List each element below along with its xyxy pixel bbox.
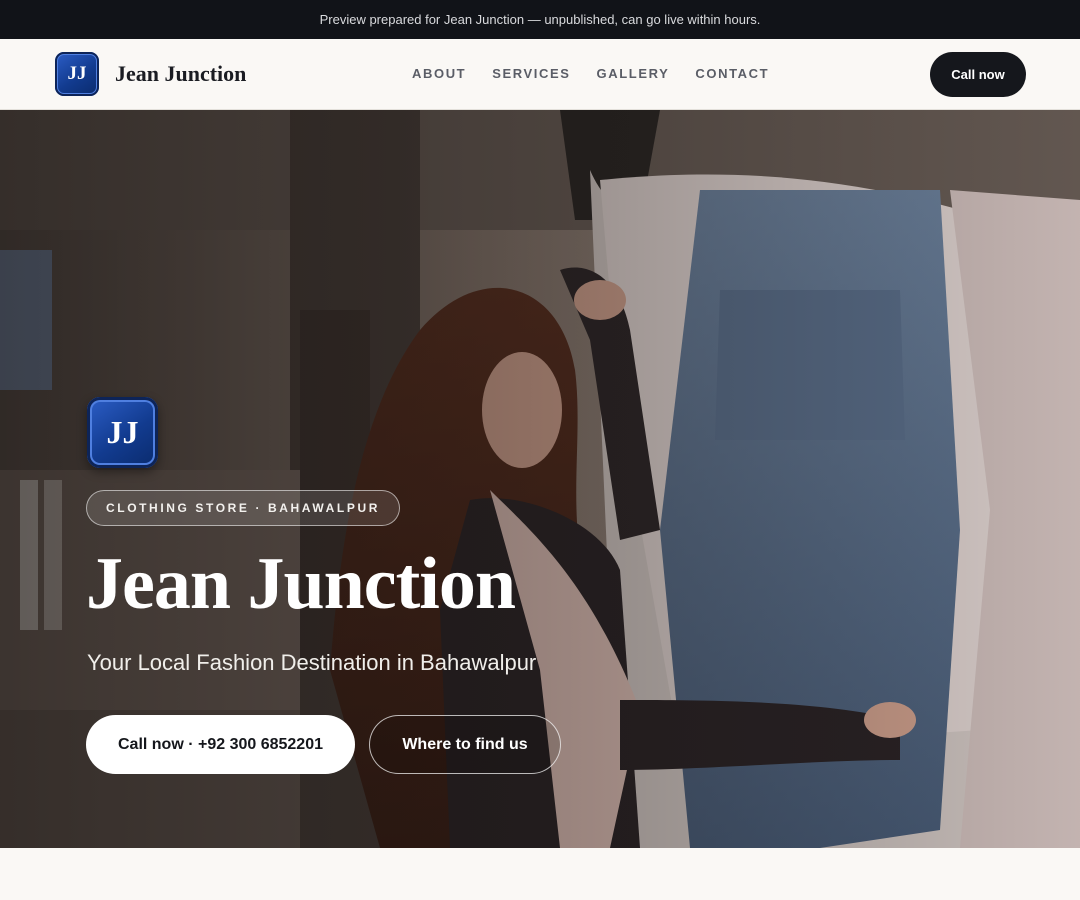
- hero-logo-initials: JJ: [106, 414, 139, 450]
- find-us-button[interactable]: Where to find us: [369, 715, 561, 774]
- hero-title: Jean Junction: [86, 543, 516, 625]
- logo-initials: JJ: [67, 63, 87, 84]
- nav-gallery[interactable]: GALLERY: [597, 66, 670, 81]
- nav-contact[interactable]: CONTACT: [695, 66, 769, 81]
- header-call-button[interactable]: Call now: [930, 52, 1026, 97]
- hero-logo-icon: JJ: [87, 397, 158, 468]
- hero-section: JJ CLOTHING STORE · BAHAWALPUR Jean Junc…: [0, 110, 1080, 848]
- main-nav: ABOUT SERVICES GALLERY CONTACT: [412, 66, 769, 81]
- preview-banner: Preview prepared for Jean Junction — unp…: [0, 0, 1080, 39]
- preview-banner-text: Preview prepared for Jean Junction — unp…: [319, 12, 761, 27]
- brand-name[interactable]: Jean Junction: [115, 61, 246, 87]
- call-now-button[interactable]: Call now · +92 300 6852201: [86, 715, 355, 774]
- site-header: JJ Jean Junction ABOUT SERVICES GALLERY …: [0, 39, 1080, 110]
- nav-services[interactable]: SERVICES: [492, 66, 570, 81]
- hero-subtitle: Your Local Fashion Destination in Bahawa…: [87, 650, 537, 675]
- nav-about[interactable]: ABOUT: [412, 66, 466, 81]
- category-badge: CLOTHING STORE · BAHAWALPUR: [86, 490, 400, 526]
- logo-icon[interactable]: JJ: [55, 52, 99, 96]
